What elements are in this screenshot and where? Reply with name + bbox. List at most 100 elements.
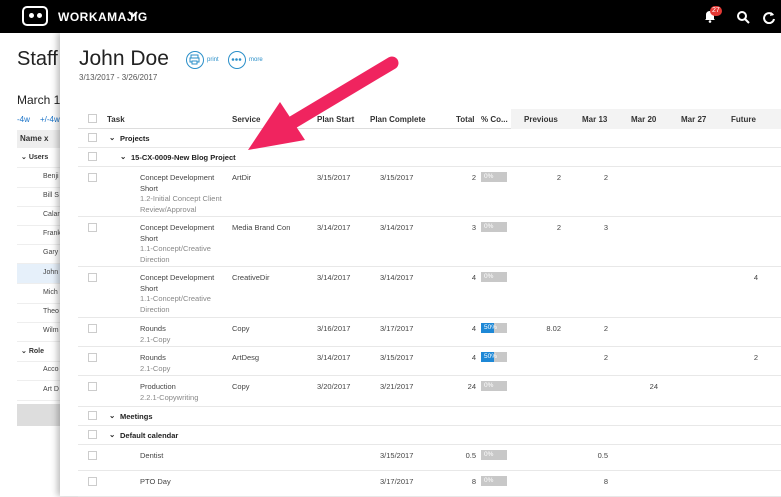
percent-complete-bar: 50% <box>481 352 507 362</box>
row-checkbox[interactable] <box>88 382 97 391</box>
list-item-selected[interactable]: John <box>17 264 61 284</box>
task-subtitle: 2.1-Copy <box>140 334 171 344</box>
table-row[interactable]: Rounds 2.1-Copy Copy 3/16/2017 3/17/2017 4 50%… <box>78 318 781 347</box>
task-cell[interactable]: Concept Development Short 1.1-Concept/Cre… <box>140 223 230 265</box>
more-button[interactable] <box>228 51 246 69</box>
group-row-meetings[interactable]: ⌄ Meetings <box>78 407 781 426</box>
task-subtitle: 1.1-Concept/Creative Direction <box>140 294 211 314</box>
row-checkbox[interactable] <box>88 133 97 142</box>
chevron-down-icon[interactable] <box>128 9 138 22</box>
task-cell[interactable]: Rounds 2.1-Copy <box>140 324 230 345</box>
name-column-header[interactable]: Name x <box>17 130 61 148</box>
task-subtitle: 1.1-Concept/Creative Direction <box>140 244 211 264</box>
select-all-checkbox[interactable] <box>88 114 97 123</box>
column-pct-complete[interactable]: % Co... <box>481 115 508 124</box>
row-checkbox[interactable] <box>88 411 97 420</box>
table-row[interactable]: Concept Development Short 1.2-Initial Con… <box>78 167 781 217</box>
percent-complete-bar: 0% <box>481 172 507 182</box>
chevron-down-icon[interactable]: ⌄ <box>120 152 126 161</box>
task-cell[interactable]: Production 2.2.1-Copywriting <box>140 382 230 403</box>
table-row[interactable]: Dentist 3/15/2017 0.5 0% 0.5 <box>78 445 781 471</box>
task-cell[interactable]: Dentist <box>140 451 230 462</box>
list-item[interactable]: Frank <box>17 225 61 245</box>
group-users[interactable]: ⌄ Users <box>17 148 61 168</box>
row-checkbox[interactable] <box>88 477 97 486</box>
top-bar: WORKAMAJIG 27 <box>0 0 781 33</box>
total-cell: 2 <box>471 173 476 182</box>
row-checkbox[interactable] <box>88 324 97 333</box>
chevron-down-icon: ⌄ <box>21 348 29 355</box>
list-item[interactable]: Art D <box>17 381 61 401</box>
row-checkbox[interactable] <box>88 430 97 439</box>
column-mar13[interactable]: Mar 13 <box>582 115 607 124</box>
row-checkbox[interactable] <box>88 273 97 282</box>
task-subtitle: 2.1-Copy <box>140 363 171 373</box>
more-label[interactable]: more <box>249 57 263 63</box>
task-cell[interactable]: Concept Development Short 1.2-Initial Con… <box>140 173 230 215</box>
column-total[interactable]: Total <box>456 115 475 124</box>
print-label[interactable]: print <box>207 57 219 63</box>
task-name: Concept Development Short <box>140 173 215 193</box>
task-cell[interactable]: Concept Development Short 1.1-Concept/Cre… <box>140 273 230 315</box>
column-future[interactable]: Future <box>731 115 756 124</box>
table-row[interactable]: Concept Development Short 1.1-Concept/Cre… <box>78 217 781 267</box>
group-row-calendar[interactable]: ⌄ Default calendar <box>78 426 781 445</box>
list-item[interactable]: Mich <box>17 284 61 304</box>
plan-complete-cell: 3/15/2017 <box>380 173 414 182</box>
group-label: Role <box>28 348 44 355</box>
column-mar27[interactable]: Mar 27 <box>681 115 706 124</box>
column-plan-start[interactable]: Plan Start <box>317 115 354 124</box>
task-cell[interactable]: PTO Day <box>140 477 230 488</box>
table-row[interactable]: Concept Development Short 1.1-Concept/Cre… <box>78 267 781 318</box>
list-item[interactable]: Wilm <box>17 322 61 342</box>
future-cell: 2 <box>753 353 758 362</box>
column-plan-complete[interactable]: Plan Complete <box>370 115 426 124</box>
group-label: Users <box>28 154 49 161</box>
service-cell: Copy <box>232 324 250 333</box>
group-row-projects[interactable]: ⌄ Projects <box>78 129 781 148</box>
column-task[interactable]: Task <box>107 115 125 124</box>
print-button[interactable] <box>186 51 204 69</box>
row-checkbox[interactable] <box>88 451 97 460</box>
more-dots-icon <box>231 58 242 61</box>
task-name: Production <box>140 382 176 391</box>
search-icon[interactable] <box>736 10 750 24</box>
table-row[interactable]: Production 2.2.1-Copywriting Copy 3/20/2017… <box>78 376 781 407</box>
previous-cell: 2 <box>556 223 561 232</box>
column-service[interactable]: Service <box>232 115 260 124</box>
list-item[interactable]: Acco <box>17 361 61 381</box>
row-checkbox[interactable] <box>88 353 97 362</box>
percent-complete-bar: 0% <box>481 272 507 282</box>
table-row[interactable]: PTO Day 3/17/2017 8 0% 8 <box>78 471 781 497</box>
refresh-icon[interactable] <box>762 10 776 25</box>
plan-complete-cell: 3/21/2017 <box>380 382 414 391</box>
future-cell: 4 <box>753 273 758 282</box>
notification-badge: 27 <box>710 6 722 16</box>
list-item[interactable]: Theo <box>17 303 61 323</box>
mar13-cell: 2 <box>603 173 608 182</box>
list-item[interactable]: Gary <box>17 244 61 264</box>
plus-minus-4w-link[interactable]: +/-4w <box>40 115 60 124</box>
workamajig-logo-icon[interactable] <box>22 6 48 26</box>
minus-4w-link[interactable]: -4w <box>17 115 30 124</box>
task-name: Concept Development Short <box>140 273 215 293</box>
total-cell: 4 <box>471 273 476 282</box>
list-item[interactable]: Calar <box>17 206 61 226</box>
row-checkbox[interactable] <box>88 152 97 161</box>
group-label: Meetings <box>120 412 153 421</box>
chevron-down-icon[interactable]: ⌄ <box>109 430 115 439</box>
plan-start-cell: 3/15/2017 <box>317 173 351 182</box>
table-row[interactable]: Rounds 2.1-Copy ArtDesg 3/14/2017 3/15/2017 4… <box>78 347 781 376</box>
group-role[interactable]: ⌄ Role <box>17 342 61 362</box>
chevron-down-icon[interactable]: ⌄ <box>109 411 115 420</box>
task-cell[interactable]: Rounds 2.1-Copy <box>140 353 230 374</box>
row-checkbox[interactable] <box>88 173 97 182</box>
list-item[interactable]: Bill S <box>17 187 61 207</box>
group-row-project[interactable]: ⌄ 15-CX-0009-New Blog Project <box>78 148 781 167</box>
percent-complete-bar: 50% <box>481 323 507 333</box>
column-mar20[interactable]: Mar 20 <box>631 115 656 124</box>
chevron-down-icon[interactable]: ⌄ <box>109 133 115 142</box>
list-item[interactable]: Benji <box>17 168 61 188</box>
column-previous[interactable]: Previous <box>524 115 558 124</box>
row-checkbox[interactable] <box>88 223 97 232</box>
